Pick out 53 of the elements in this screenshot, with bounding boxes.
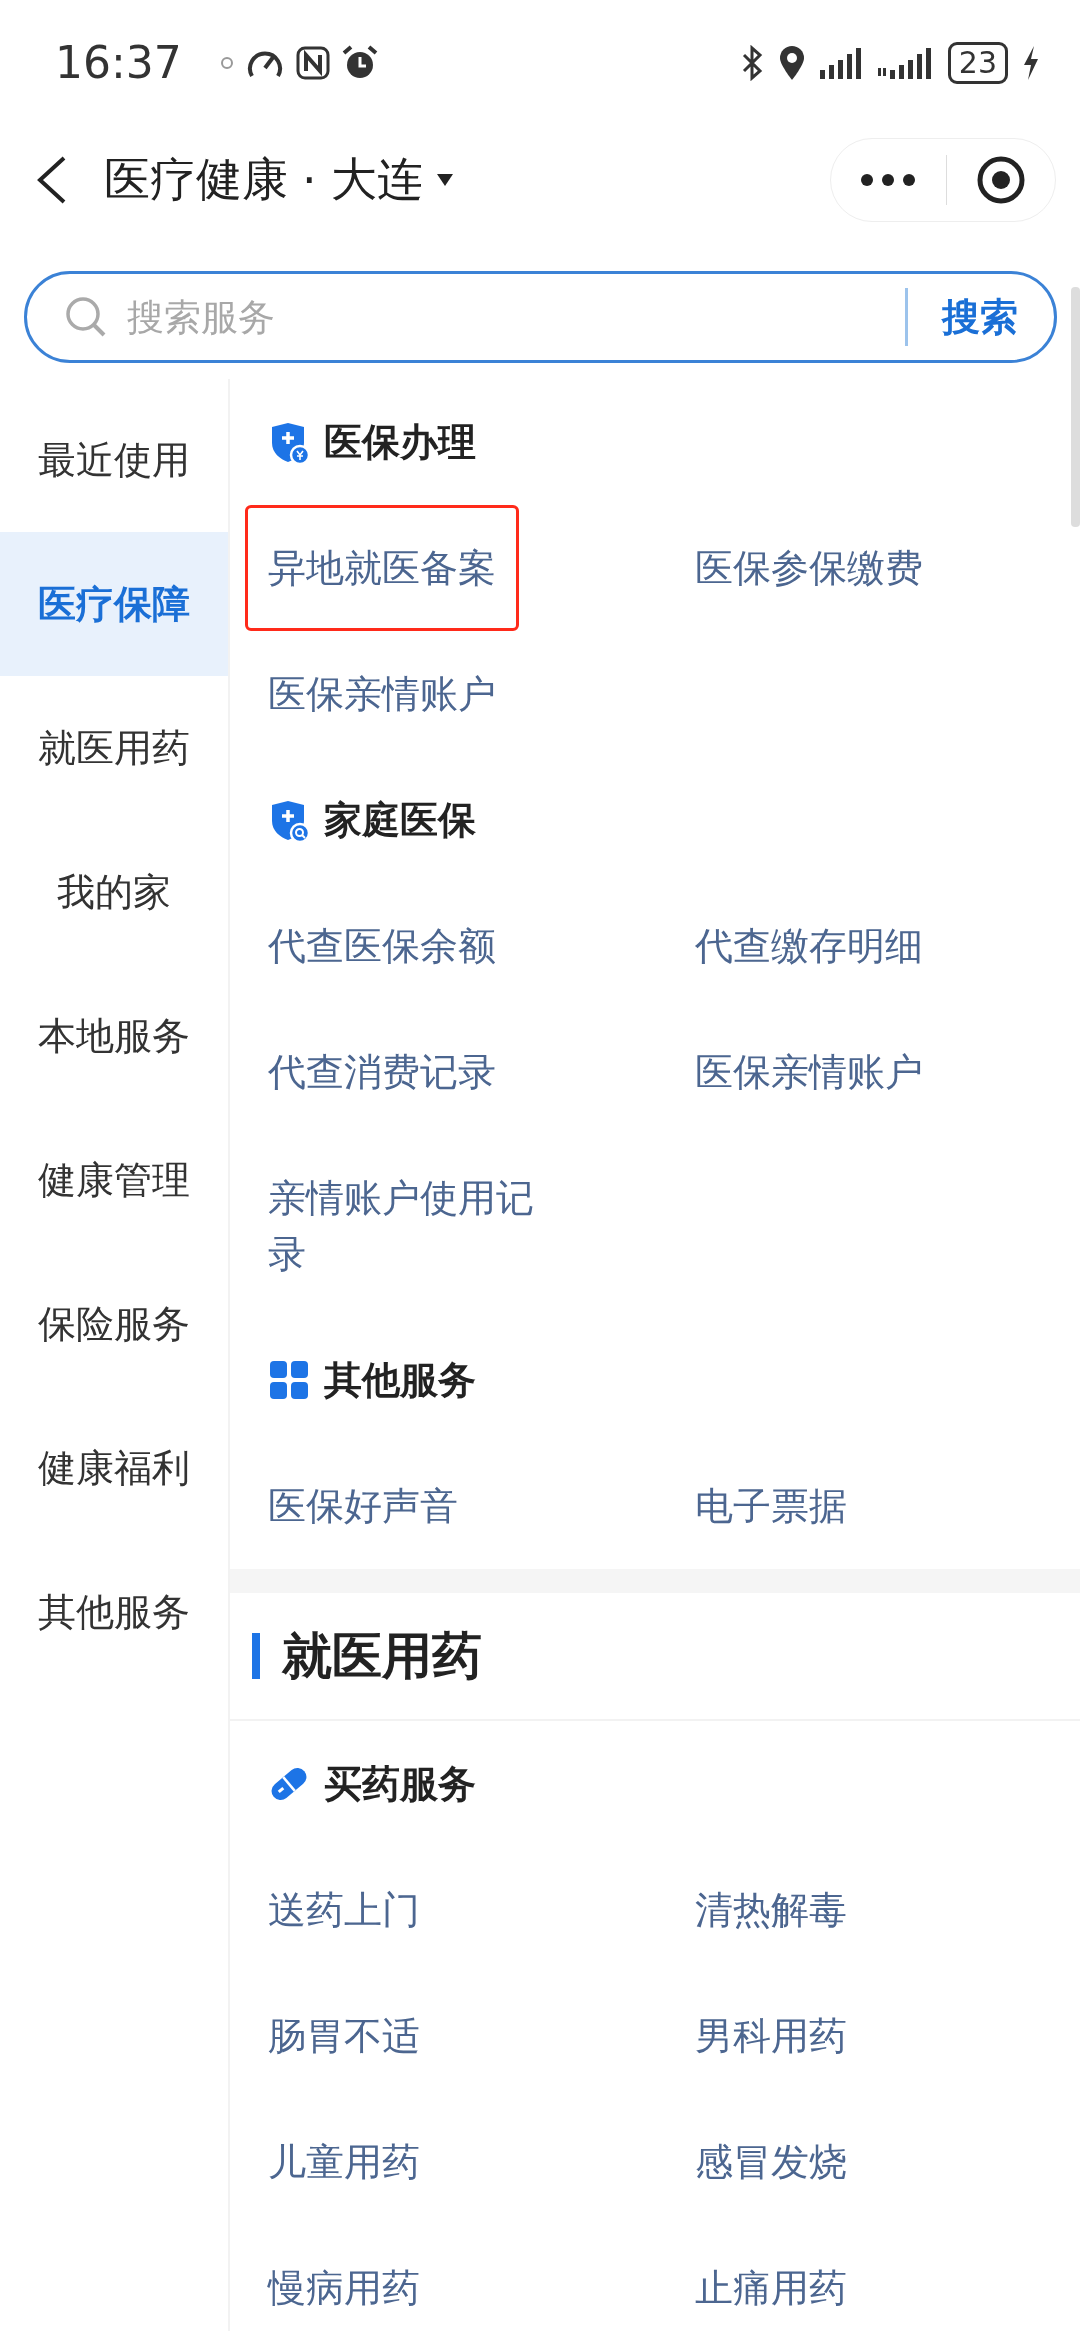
category-heading: 其他服务	[324, 1356, 476, 1404]
section-accent-bar	[252, 1633, 260, 1679]
signal-icon	[877, 45, 934, 80]
sidebar-tab[interactable]: 健康管理	[0, 1108, 228, 1252]
category-heading: 医保办理	[324, 418, 476, 466]
service-link[interactable]: 电子票据	[672, 1443, 870, 1569]
section-heading: 就医用药	[282, 1625, 482, 1687]
charging-bolt-icon	[1022, 44, 1040, 81]
service-link[interactable]: 医保参保缴费	[672, 505, 946, 631]
sidebar-tab[interactable]: 保险服务	[0, 1252, 228, 1396]
more-icon[interactable]	[860, 173, 917, 187]
title-separator: ·	[302, 153, 317, 207]
battery-level: 23	[947, 41, 1008, 84]
service-link[interactable]: 肠胃不适	[245, 1973, 443, 2099]
service-link[interactable]: 医保好声音	[245, 1443, 481, 1569]
location-pin-icon	[777, 44, 806, 81]
grid-icon	[268, 1359, 310, 1401]
sidebar-tab[interactable]: 本地服务	[0, 964, 228, 1108]
sidebar-tab[interactable]: 最近使用	[0, 388, 228, 532]
nfc-icon	[295, 45, 330, 80]
signal-icon	[819, 45, 864, 80]
page-title: 医疗健康	[104, 151, 288, 208]
service-link[interactable]: 医保亲情账户	[672, 1009, 946, 1135]
service-link[interactable]: 亲情账户使用记录	[245, 1135, 585, 1317]
service-link[interactable]: 代查缴存明细	[672, 883, 946, 1009]
service-link[interactable]: 止痛用药	[672, 2225, 870, 2331]
close-target-icon[interactable]	[975, 155, 1026, 205]
status-dot-icon	[219, 55, 234, 70]
service-link[interactable]: 男科用药	[672, 1973, 870, 2099]
search-icon	[65, 296, 107, 338]
dropdown-caret-icon[interactable]	[436, 174, 453, 186]
clock-time: 16:37	[55, 37, 182, 88]
service-link[interactable]: 代查消费记录	[245, 1009, 519, 1135]
service-link[interactable]: 异地就医备案	[245, 505, 519, 631]
service-link[interactable]: 送药上门	[245, 1847, 443, 1973]
service-link[interactable]: 慢病用药	[245, 2225, 443, 2331]
alarm-clock-icon	[341, 44, 378, 81]
sidebar-tab[interactable]: 其他服务	[0, 1540, 228, 1684]
sidebar-tab[interactable]: 就医用药	[0, 676, 228, 820]
category-heading: 买药服务	[324, 1760, 476, 1808]
city-selector[interactable]: 大连	[330, 149, 423, 211]
service-link[interactable]: 清热解毒	[672, 1847, 870, 1973]
service-link[interactable]: 代查医保余额	[245, 883, 519, 1009]
scrollbar-thumb[interactable]	[1071, 287, 1080, 527]
service-link[interactable]: 儿童用药	[245, 2099, 443, 2225]
search-button[interactable]: 搜索	[932, 291, 1028, 343]
sidebar-tab[interactable]: 我的家	[0, 820, 228, 964]
category-heading: 家庭医保	[324, 796, 476, 844]
sidebar-tab[interactable]: 健康福利	[0, 1396, 228, 1540]
sidebar-tab[interactable]: 医疗保障	[0, 532, 228, 676]
service-link[interactable]: 感冒发烧	[672, 2099, 870, 2225]
service-link[interactable]: 医保亲情账户	[245, 631, 519, 757]
search-field[interactable]: 搜索服务 搜索	[24, 271, 1057, 363]
